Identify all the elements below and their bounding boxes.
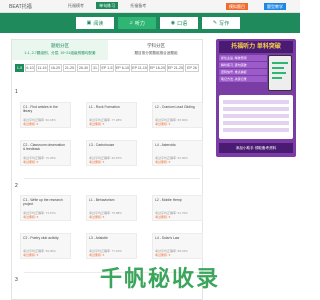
question-count: 考过累积: 5	[89, 215, 105, 219]
promo-title: 托福听力 单科突破	[219, 41, 293, 53]
promo-bullet: 精听练习, 逐句突破	[219, 62, 267, 68]
group-divider	[24, 178, 200, 179]
question-count: 考过累积: 5	[155, 160, 171, 164]
question-count: 考过累积: 5	[23, 160, 39, 164]
range-tag[interactable]: 11-15	[36, 64, 48, 72]
top-bar: BEAT托福 托福模考 单句练习 托福备考 模拟题目 题型教学	[0, 0, 300, 13]
pen-icon: ✎	[212, 20, 218, 26]
question-title: L1 - Behaviorism	[89, 198, 115, 202]
promo-bullet: 笔记方法, 关键记录	[219, 76, 267, 82]
question-count: 考过累积: 5	[155, 122, 171, 126]
partition-tabs: 题组分区 1-1, 2-7题组别、分层, 19~21组级别题均配套 学科分区 题…	[12, 40, 204, 60]
tab-reading[interactable]: ▣ 阅读	[76, 17, 114, 29]
range-tag[interactable]: EP 1-5	[100, 64, 114, 72]
question-count: 考过累积: 5	[23, 253, 39, 257]
mode-tab-bar: ▣ 阅读 ♫ 听力 ◉ 口语 ✎ 写作	[0, 13, 300, 33]
question-title: L2 - Mobile Hemp	[155, 198, 182, 202]
tab-group-partition-desc: 1-1, 2-7题组别、分层, 19~21组级别题均配套	[24, 51, 96, 55]
promo-bullets: 抓住主旨, 精准预测 精听练习, 逐句突破 逻辑信号, 重点捕捉 笔记方法, 关…	[219, 55, 267, 83]
question-title: C1 - Find articles in the library	[23, 105, 58, 113]
range-tag[interactable]: EP 26	[185, 64, 199, 72]
range-tag[interactable]: 16-20	[49, 64, 62, 72]
promo-banner[interactable]: 托福听力 单科突破 抓住主旨, 精准预测 精听练习, 逐句突破 逻辑信号, 重点…	[216, 39, 296, 157]
question-card[interactable]: C2 - Poetry club activity 考过平均正确率: 59.00…	[20, 233, 71, 259]
brand-logo[interactable]: BEAT托福	[9, 3, 32, 10]
question-title: C2 - Classroom observation & feedback	[23, 143, 66, 151]
tab-subject-partition[interactable]: 学科分区 题目按分类题组推合适题组	[108, 40, 204, 60]
question-count: 考过累积: 5	[89, 160, 105, 164]
tab-speaking-label: 口语	[177, 20, 188, 27]
question-card[interactable]: L1 - Behaviorism 考过平均正确率: 75.88% 考过累积: 5	[86, 195, 137, 221]
nav-item-sentence-practice[interactable]: 单句练习	[96, 2, 119, 9]
tab-listening[interactable]: ♫ 听力	[118, 17, 156, 29]
question-title: L3 - Carbohouse	[89, 143, 115, 147]
question-card[interactable]: C2 - Classroom observation & feedback 考过…	[20, 140, 71, 166]
question-title: C1 - Write up the research project	[23, 198, 63, 206]
question-count: 考过累积: 5	[23, 215, 39, 219]
tab-speaking[interactable]: ◉ 口语	[160, 17, 198, 29]
book-icon: ▣	[86, 20, 92, 26]
watermark-text: 千帆秘收录	[100, 266, 221, 291]
promo-preview	[219, 95, 293, 139]
mock-questions-button[interactable]: 模拟题目	[226, 3, 248, 10]
question-title: C2 - Poetry club activity	[23, 236, 59, 240]
tab-reading-label: 阅读	[93, 20, 104, 27]
range-tag[interactable]: EP 16-20	[149, 64, 166, 72]
nav-item-toefl-prep[interactable]: 托福备考	[130, 3, 146, 8]
promo-bullet: 逻辑信号, 重点捕捉	[219, 69, 267, 75]
question-count: 考过累积: 5	[89, 253, 105, 257]
range-tag[interactable]: 1-5	[15, 64, 24, 72]
question-type-teaching-button[interactable]: 题型教学	[264, 3, 286, 10]
range-tag[interactable]: EP 6-10	[115, 64, 130, 72]
question-title: L4 - Solar's Law	[155, 236, 180, 240]
question-card[interactable]: L4 - Asteroids 考过平均正确率: 52.50% 考过累积: 5	[152, 140, 203, 166]
tab-writing-label: 写作	[219, 20, 230, 27]
question-card[interactable]: C1 - Write up the research project 考过平均正…	[20, 195, 71, 221]
range-tag[interactable]: EP 21-25	[167, 64, 184, 72]
range-tag[interactable]: 31	[91, 64, 99, 72]
promo-cta[interactable]: 添加小助手 领取备考资料	[219, 143, 293, 153]
range-tag[interactable]: 6-10	[25, 64, 35, 72]
group-number: 1	[15, 89, 18, 95]
nav-item-mock-test[interactable]: 托福模考	[68, 3, 84, 8]
tab-group-partition[interactable]: 题组分区 1-1, 2-7题组别、分层, 19~21组级别题均配套	[12, 40, 108, 60]
range-tag[interactable]: 26-30	[77, 64, 90, 72]
question-card[interactable]: C1 - Find articles in the library 考过平均正确…	[20, 102, 71, 128]
tab-subject-partition-desc: 题目按分类题组推合适题组	[134, 51, 178, 55]
question-title: L3 - Aristotle	[89, 236, 108, 240]
question-count: 考过累积: 5	[155, 215, 171, 219]
question-title: L4 - Asteroids	[155, 143, 176, 147]
tab-writing[interactable]: ✎ 写作	[202, 17, 240, 29]
question-card[interactable]: L3 - Carbohouse 考过平均正确率: 60.87% 考过累积: 5	[86, 140, 137, 166]
question-count: 考过累积: 5	[155, 253, 171, 257]
question-card[interactable]: L2 - Mobile Hemp 考过平均正确率: 51.76% 考过累积: 5	[152, 195, 203, 221]
promo-bullet: 抓住主旨, 精准预测	[219, 55, 267, 61]
speech-icon: ◉	[170, 20, 176, 26]
tab-listening-label: 听力	[134, 20, 145, 27]
question-title: L2 - Cranium Lead Gliding	[155, 105, 195, 109]
question-card[interactable]: L4 - Solar's Law 考过平均正确率: 68.23% 考过累积: 5	[152, 233, 203, 259]
question-card[interactable]: L3 - Aristotle 考过平均正确率: 77.16% 考过累积: 5	[86, 233, 137, 259]
question-card[interactable]: L1 - Rock Formation 考过平均正确率: 77.28% 考过累积…	[86, 102, 137, 128]
top-nav: 托福模考 单句练习 托福备考	[68, 2, 157, 9]
tab-subject-partition-title: 学科分区	[147, 43, 165, 48]
phone-illustration	[268, 55, 292, 91]
question-card[interactable]: L2 - Cranium Lead Gliding 考过平均正确率: 65.82…	[152, 102, 203, 128]
tab-group-partition-title: 题组分区	[51, 43, 69, 48]
group-number: 3	[15, 277, 18, 283]
range-tag[interactable]: 21-25	[63, 64, 76, 72]
group-range-filter: 1-5 6-10 11-15 16-20 21-25 26-30 31 EP 1…	[15, 64, 205, 73]
range-tag[interactable]: EP 11-15	[131, 64, 148, 72]
question-count: 考过累积: 5	[89, 122, 105, 126]
headphone-icon: ♫	[129, 20, 133, 26]
question-count: 考过累积: 5	[23, 122, 39, 126]
group-number: 2	[15, 183, 18, 189]
question-title: L1 - Rock Formation	[89, 105, 120, 109]
